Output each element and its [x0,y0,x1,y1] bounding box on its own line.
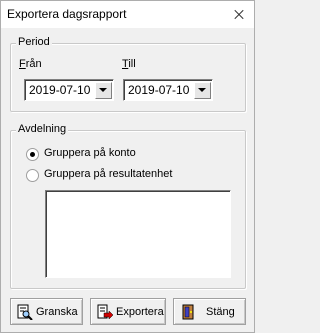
group-by-unit-label[interactable]: Gruppera på resultatenhet [44,168,172,180]
door-exit-icon [182,304,194,320]
window-title: Exportera dagsrapport [7,7,127,21]
group-by-unit-radio[interactable] [26,169,39,182]
close-button-label: Stäng [206,306,235,318]
from-date-value: 2019-07-10 [29,83,91,97]
avdelning-group: Avdelning Gruppera på konto Gruppera på … [10,123,246,289]
export-button-label: Exportera [116,306,164,318]
close-icon[interactable] [224,1,254,28]
preview-button-label: Granska [36,306,78,318]
to-date-dropdown-icon[interactable] [194,82,211,99]
from-date-combo[interactable]: 2019-07-10 [24,79,114,101]
group-by-account-label[interactable]: Gruppera på konto [44,147,136,159]
from-date-dropdown-icon[interactable] [95,82,112,99]
close-button[interactable]: Stäng [173,298,246,325]
group-by-account-radio[interactable] [26,148,39,161]
to-date-value: 2019-07-10 [128,83,190,97]
export-document-icon [97,304,113,320]
magnifier-document-icon [17,304,33,320]
export-dialog: Exportera dagsrapport Period Från Till 2… [0,0,255,333]
to-date-combo[interactable]: 2019-07-10 [123,79,213,101]
from-label: Från [19,58,42,70]
unit-listbox[interactable] [45,190,231,278]
title-bar: Exportera dagsrapport [1,1,254,28]
period-group-title: Period [16,36,52,48]
period-group: Period Från Till 2019-07-10 2019-07-10 [10,36,246,112]
export-button[interactable]: Exportera [90,298,166,325]
to-label: Till [122,58,136,70]
avdelning-group-title: Avdelning [16,123,69,135]
preview-button[interactable]: Granska [10,298,83,325]
